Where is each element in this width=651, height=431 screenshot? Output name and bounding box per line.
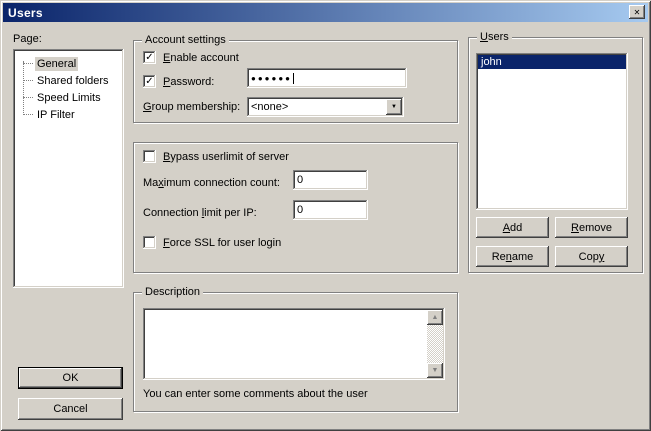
tree-item-label[interactable]: Shared folders bbox=[35, 74, 111, 88]
description-hint: You can enter some comments about the us… bbox=[143, 388, 368, 401]
scroll-up-icon: ▲ bbox=[432, 314, 439, 321]
description-title: Description bbox=[142, 286, 203, 298]
tree-item-general[interactable]: General bbox=[15, 55, 122, 72]
tree-item-label[interactable]: General bbox=[35, 57, 78, 71]
max-connection-count-label: Maximum connection count: bbox=[143, 177, 280, 190]
text-caret bbox=[293, 73, 294, 84]
ok-button[interactable]: OK bbox=[18, 367, 123, 389]
group-membership-value: <none> bbox=[251, 101, 288, 113]
group-membership-label: Group membership: bbox=[143, 101, 240, 114]
users-listbox[interactable]: john bbox=[476, 53, 628, 210]
copy-button[interactable]: Copy bbox=[555, 246, 628, 267]
tree-branch-icon bbox=[23, 114, 33, 115]
scroll-up-button[interactable]: ▲ bbox=[427, 310, 443, 325]
force-ssl-label: Force SSL for user login bbox=[163, 237, 281, 249]
rename-button[interactable]: Rename bbox=[476, 246, 549, 267]
close-icon: ✕ bbox=[634, 8, 641, 17]
scroll-down-icon: ▼ bbox=[432, 367, 439, 374]
bypass-userlimit-label: Bypass userlimit of server bbox=[163, 151, 289, 163]
cancel-button[interactable]: Cancel bbox=[18, 398, 123, 420]
window-title: Users bbox=[8, 6, 43, 20]
tree-branch-icon bbox=[23, 80, 33, 81]
account-settings-title: Account settings bbox=[142, 34, 229, 46]
users-group-title: Users bbox=[477, 31, 512, 43]
password-label: Password: bbox=[163, 76, 214, 88]
connection-limit-per-ip-input[interactable]: 0 bbox=[293, 200, 368, 220]
force-ssl-checkbox-row[interactable]: Force SSL for user login bbox=[143, 236, 281, 249]
tree-item-shared-folders[interactable]: Shared folders bbox=[15, 72, 122, 89]
bypass-userlimit-checkbox[interactable] bbox=[143, 150, 156, 163]
enable-account-label: Enable account bbox=[163, 52, 239, 64]
force-ssl-checkbox[interactable] bbox=[143, 236, 156, 249]
users-dialog: Users ✕ Page: General Shared folders Spe… bbox=[0, 0, 651, 431]
enable-account-checkbox-row[interactable]: ✓ Enable account bbox=[143, 51, 239, 64]
group-membership-select[interactable]: <none> ▼ bbox=[247, 97, 404, 117]
password-masked-value: ●●●●●● bbox=[251, 74, 292, 83]
scroll-down-button[interactable]: ▼ bbox=[427, 363, 443, 378]
combo-dropdown-button[interactable]: ▼ bbox=[386, 99, 402, 115]
max-connection-count-input[interactable]: 0 bbox=[293, 170, 368, 190]
description-scrollbar[interactable]: ▲ ▼ bbox=[427, 310, 443, 378]
tree-item-ip-filter[interactable]: IP Filter bbox=[15, 106, 122, 123]
password-checkbox-row[interactable]: ✓ Password: bbox=[143, 75, 214, 88]
bypass-userlimit-checkbox-row[interactable]: Bypass userlimit of server bbox=[143, 150, 289, 163]
tree-item-label[interactable]: IP Filter bbox=[35, 108, 77, 122]
tree-item-label[interactable]: Speed Limits bbox=[35, 91, 103, 105]
page-tree[interactable]: General Shared folders Speed Limits IP F… bbox=[13, 49, 124, 288]
page-label: Page: bbox=[13, 33, 42, 46]
password-input[interactable]: ●●●●●● bbox=[247, 68, 407, 88]
chevron-down-icon: ▼ bbox=[391, 104, 397, 110]
password-checkbox[interactable]: ✓ bbox=[143, 75, 156, 88]
enable-account-checkbox[interactable]: ✓ bbox=[143, 51, 156, 64]
tree-branch-icon bbox=[23, 63, 33, 64]
titlebar[interactable]: Users bbox=[3, 3, 648, 22]
check-icon: ✓ bbox=[145, 76, 153, 87]
description-text[interactable] bbox=[145, 310, 427, 378]
connection-limit-per-ip-value: 0 bbox=[297, 204, 303, 216]
user-list-item[interactable]: john bbox=[478, 55, 626, 69]
tree-item-speed-limits[interactable]: Speed Limits bbox=[15, 89, 122, 106]
description-textarea[interactable]: ▲ ▼ bbox=[143, 308, 445, 380]
max-connection-count-value: 0 bbox=[297, 174, 303, 186]
check-icon: ✓ bbox=[145, 52, 153, 63]
close-button[interactable]: ✕ bbox=[629, 5, 645, 19]
connection-limit-per-ip-label: Connection limit per IP: bbox=[143, 207, 257, 220]
add-button[interactable]: Add bbox=[476, 217, 549, 238]
remove-button[interactable]: Remove bbox=[555, 217, 628, 238]
tree-branch-icon bbox=[23, 97, 33, 98]
